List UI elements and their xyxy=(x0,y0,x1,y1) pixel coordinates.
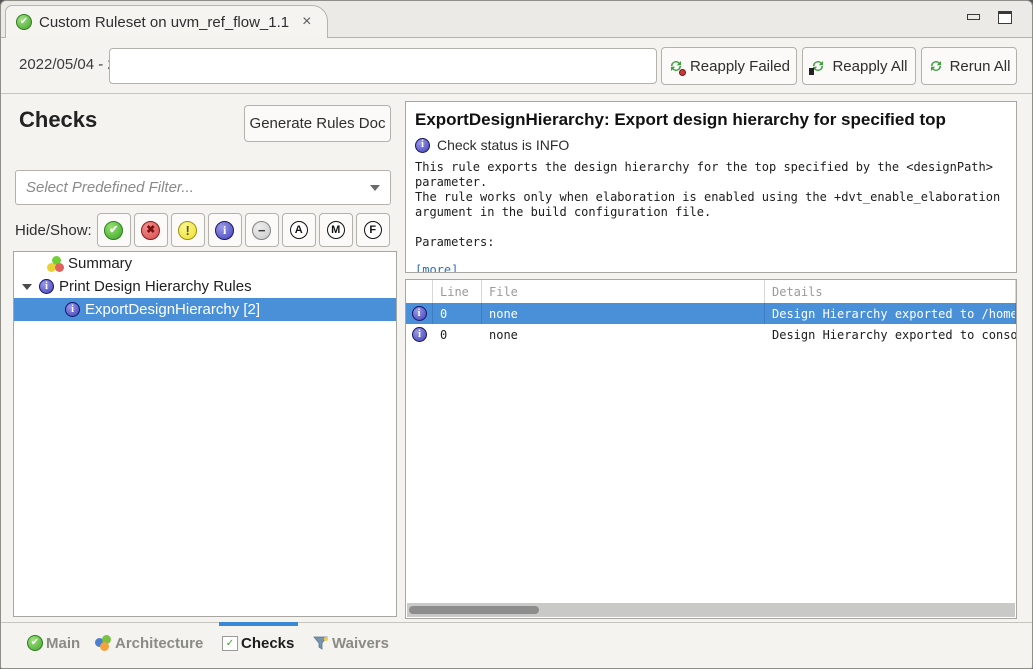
info-icon: i xyxy=(406,327,433,342)
toggle-severity-a-button[interactable]: A xyxy=(282,213,316,247)
funnel-icon xyxy=(313,635,329,651)
line-column-header[interactable]: Line xyxy=(433,280,482,303)
file-column-header[interactable]: File xyxy=(482,280,765,303)
rerun-all-button[interactable]: Rerun All xyxy=(921,47,1017,85)
view-tab-bar: ✔ Main Architecture ✓ Checks Waivers xyxy=(1,622,1032,663)
minimize-icon[interactable] xyxy=(967,14,980,20)
generate-rules-doc-button[interactable]: Generate Rules Doc xyxy=(244,105,391,142)
tab-close-icon[interactable]: × xyxy=(302,13,311,31)
rerun-icon xyxy=(928,58,944,74)
tab-main[interactable]: ✔ Main xyxy=(27,623,80,663)
tab-architecture[interactable]: Architecture xyxy=(95,623,203,663)
tab-title: Custom Ruleset on uvm_ref_flow_1.1 xyxy=(39,14,289,31)
toggle-info-button[interactable]: i xyxy=(208,213,242,247)
info-icon: i xyxy=(65,302,80,317)
status-column-header xyxy=(406,280,433,303)
check-hits-table: Line File Details i 0 none Design Hierar… xyxy=(405,279,1017,619)
hide-show-label: Hide/Show: xyxy=(15,222,92,239)
hide-show-row: Hide/Show: ✔ ✖ ! i − A M F xyxy=(15,212,390,248)
fail-icon: ✖ xyxy=(141,221,160,240)
description-line: This rule exports the design hierarchy f… xyxy=(415,160,1007,175)
horizontal-scrollbar[interactable] xyxy=(407,603,1015,617)
disabled-icon: − xyxy=(252,221,271,240)
refresh-all-icon xyxy=(810,58,826,74)
toggle-disabled-button[interactable]: − xyxy=(245,213,279,247)
description-line: The rule works only when elaboration is … xyxy=(415,190,1007,205)
toggle-fail-button[interactable]: ✖ xyxy=(134,213,168,247)
page-title: Checks xyxy=(19,107,97,133)
details-column-header[interactable]: Details xyxy=(765,280,1016,303)
info-icon: i xyxy=(39,279,54,294)
architecture-icon xyxy=(95,635,112,651)
tab-checks[interactable]: ✓ Checks xyxy=(222,623,294,663)
tree-item-export-design-hierarchy[interactable]: i ExportDesignHierarchy [2] xyxy=(14,298,396,321)
info-icon: i xyxy=(215,221,234,240)
info-icon: i xyxy=(406,303,433,324)
app-window: ✔ Custom Ruleset on uvm_ref_flow_1.1 × 2… xyxy=(0,0,1033,669)
main-tab-icon: ✔ xyxy=(27,635,43,651)
table-row[interactable]: i 0 none Design Hierarchy exported to co… xyxy=(406,324,1016,345)
more-link[interactable]: [more] xyxy=(415,263,458,273)
predefined-filter-select[interactable]: Select Predefined Filter... xyxy=(15,170,391,205)
pass-icon: ✔ xyxy=(104,221,123,240)
description-line: parameter. xyxy=(415,175,1007,190)
run-toolbar: 2022/05/04 - 20:43 Reapply Failed Reappl… xyxy=(1,38,1032,94)
check-description-panel: ExportDesignHierarchy: Export design hie… xyxy=(405,101,1017,273)
ruleset-status-icon: ✔ xyxy=(16,14,32,30)
chevron-down-icon xyxy=(370,185,380,191)
summary-icon xyxy=(47,256,63,272)
severity-a-icon: A xyxy=(290,221,308,239)
table-header-row: Line File Details xyxy=(406,280,1016,303)
tab-custom-ruleset[interactable]: ✔ Custom Ruleset on uvm_ref_flow_1.1 × xyxy=(5,5,328,38)
severity-f-icon: F xyxy=(364,221,382,239)
toggle-severity-f-button[interactable]: F xyxy=(356,213,390,247)
scrollbar-thumb[interactable] xyxy=(409,606,539,614)
info-icon: i xyxy=(415,138,430,153)
toggle-warning-button[interactable]: ! xyxy=(171,213,205,247)
parameters-label: Parameters: xyxy=(415,235,1007,250)
check-status-row: i Check status is INFO xyxy=(415,137,1007,153)
checks-tree: Summary i Print Design Hierarchy Rules i… xyxy=(13,251,397,617)
toggle-severity-m-button[interactable]: M xyxy=(319,213,353,247)
maximize-icon[interactable] xyxy=(998,11,1012,24)
filter-placeholder: Select Predefined Filter... xyxy=(26,179,370,196)
check-title: ExportDesignHierarchy: Export design hie… xyxy=(415,110,1007,130)
warning-icon: ! xyxy=(178,221,197,240)
check-status-text: Check status is INFO xyxy=(437,137,569,153)
severity-m-icon: M xyxy=(327,221,345,239)
reapply-all-button[interactable]: Reapply All xyxy=(802,47,916,85)
checklist-icon: ✓ xyxy=(222,636,238,651)
toggle-pass-button[interactable]: ✔ xyxy=(97,213,131,247)
tree-item-print-design-hierarchy-rules[interactable]: i Print Design Hierarchy Rules xyxy=(14,275,396,298)
editor-tab-bar: ✔ Custom Ruleset on uvm_ref_flow_1.1 × xyxy=(1,1,1032,38)
tab-waivers[interactable]: Waivers xyxy=(313,623,389,663)
reapply-failed-button[interactable]: Reapply Failed xyxy=(661,47,797,85)
refresh-failed-icon xyxy=(668,58,684,74)
tree-item-summary[interactable]: Summary xyxy=(14,252,396,275)
toolbar-text-input[interactable] xyxy=(109,48,657,84)
table-row[interactable]: i 0 none Design Hierarchy exported to /h… xyxy=(406,303,1016,324)
description-line: argument in the build configuration file… xyxy=(415,205,1007,220)
tree-expander-icon[interactable] xyxy=(22,284,32,290)
